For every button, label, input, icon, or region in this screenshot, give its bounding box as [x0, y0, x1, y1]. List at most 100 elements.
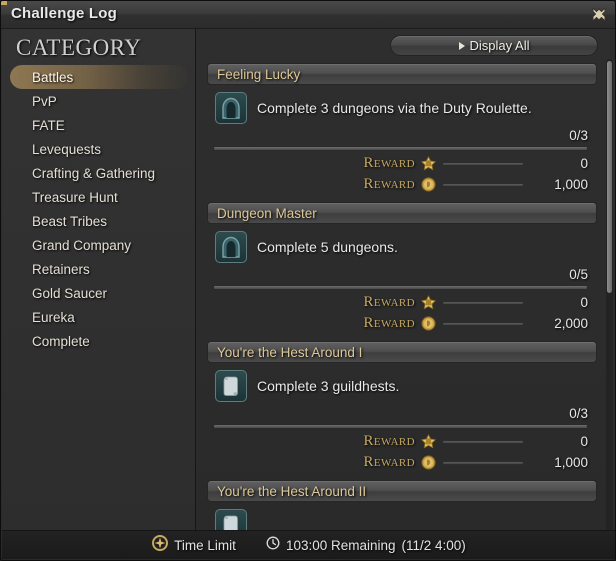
reward-value: 0 — [580, 295, 588, 310]
challenge-description-row: Complete 5 dungeons. — [197, 231, 602, 263]
time-limit-label: Time Limit — [174, 537, 236, 553]
challenge-entry-title: You're the Hest Around II — [217, 483, 367, 499]
progress-bar — [213, 424, 588, 429]
sidebar-item-label: Crafting & Gathering — [32, 165, 156, 181]
challenge-entries: Feeling Lucky Complete 3 dungeons via the… — [197, 63, 602, 532]
challenge-log-window: Challenge Log CATEGORY Battles PvP FATE Lev… — [0, 0, 616, 561]
sidebar-item-pvp[interactable]: PvP — [10, 89, 188, 113]
sidebar-item-beast-tribes[interactable]: Beast Tribes — [10, 209, 188, 233]
sidebar-item-label: Beast Tribes — [32, 213, 108, 229]
challenge-entry: You're the Hest Around I Complete 3 guild… — [197, 341, 602, 475]
challenge-entry: Feeling Lucky Complete 3 dungeons via the… — [197, 63, 602, 197]
challenge-description-row: Complete 3 dungeons via the Duty Roulett… — [197, 92, 602, 124]
scrollbar[interactable] — [606, 59, 613, 531]
time-reset-date: (11/2 4:00) — [401, 537, 466, 553]
reward-label: Reward — [363, 454, 415, 470]
reward-value: 1,000 — [554, 455, 588, 470]
dungeon-entrance-icon — [215, 231, 247, 263]
time-limit-emblem-icon — [152, 534, 169, 556]
sidebar-item-treasure-hunt[interactable]: Treasure Hunt — [10, 185, 188, 209]
reward-row: Reward 0 — [197, 294, 602, 311]
challenge-description: Complete 3 guildhests. — [257, 378, 400, 394]
exp-crown-icon — [421, 156, 436, 171]
challenge-entry-title: Feeling Lucky — [217, 66, 301, 82]
challenge-entry-title: You're the Hest Around I — [217, 344, 363, 360]
progress-count: 0/5 — [569, 267, 588, 282]
sidebar-item-label: Treasure Hunt — [32, 189, 118, 205]
sidebar-item-fate[interactable]: FATE — [10, 113, 188, 137]
triangle-right-icon — [458, 41, 465, 50]
sidebar-item-label: Eureka — [32, 309, 75, 325]
exp-crown-icon — [421, 434, 436, 449]
exp-crown-icon — [421, 295, 436, 310]
titlebar-accent — [1, 1, 7, 5]
sidebar-item-label: PvP — [32, 93, 57, 109]
gil-coin-icon — [421, 316, 436, 331]
progress-count: 0/3 — [569, 128, 588, 143]
sidebar-item-retainers[interactable]: Retainers — [10, 257, 188, 281]
challenge-entry-body: Complete 3 dungeons via the Duty Roulett… — [197, 85, 602, 197]
close-icon[interactable] — [587, 4, 611, 26]
sidebar-item-grand-company[interactable]: Grand Company — [10, 233, 188, 257]
sidebar-item-levequests[interactable]: Levequests — [10, 137, 188, 161]
gil-coin-icon — [421, 177, 436, 192]
guildhest-scroll-icon — [215, 370, 247, 402]
time-remaining-group: 103:00 Remaining (11/2 4:00) — [266, 536, 466, 555]
reward-row: Reward 2,000 — [197, 315, 602, 332]
reward-value: 1,000 — [554, 177, 588, 192]
challenge-entry-body: Complete 3 guildhests. 0/3 Reward 0 Reward 1,… — [197, 363, 602, 475]
reward-label: Reward — [363, 294, 415, 310]
challenge-entry-header[interactable]: You're the Hest Around I — [207, 341, 597, 363]
display-all-button[interactable]: Display All — [390, 35, 598, 56]
reward-row: Reward 0 — [197, 433, 602, 450]
sidebar-item-crafting-gathering[interactable]: Crafting & Gathering — [10, 161, 188, 185]
sidebar-item-battles[interactable]: Battles — [10, 65, 188, 89]
challenge-entry: You're the Hest Around II — [197, 480, 602, 532]
challenge-description: Complete 3 dungeons via the Duty Roulett… — [257, 100, 532, 116]
category-list: Battles PvP FATE Levequests Crafting & Gathe… — [2, 65, 196, 353]
reward-label: Reward — [363, 315, 415, 331]
reward-row: Reward 1,000 — [197, 454, 602, 471]
window-titlebar: Challenge Log — [1, 1, 615, 29]
sidebar-item-gold-saucer[interactable]: Gold Saucer — [10, 281, 188, 305]
challenge-entry-header[interactable]: Feeling Lucky — [207, 63, 597, 85]
guildhest-scroll-icon — [215, 509, 247, 532]
progress-bar — [213, 146, 588, 151]
reward-bar — [442, 161, 524, 166]
sidebar-item-label: Grand Company — [32, 237, 132, 253]
gil-coin-icon — [421, 455, 436, 470]
sidebar-item-label: Levequests — [32, 141, 102, 157]
time-limit-group: Time Limit — [152, 534, 236, 556]
window-title: Challenge Log — [11, 5, 117, 22]
reward-bar — [442, 460, 524, 465]
clock-icon — [266, 536, 280, 555]
challenge-entry: Dungeon Master Complete 5 dungeons. 0/5 Rew… — [197, 202, 602, 336]
sidebar-item-label: Battles — [32, 69, 74, 85]
challenge-description-row: Complete 3 guildhests. — [197, 370, 602, 402]
category-header: CATEGORY — [16, 35, 142, 60]
reward-bar — [442, 321, 524, 326]
reward-value: 0 — [580, 434, 588, 449]
progress-bar — [213, 285, 588, 290]
dungeon-entrance-icon — [215, 92, 247, 124]
challenge-list-panel: Display All Feeling Lucky Complete 3 dung… — [197, 29, 615, 532]
challenge-entry-body: Complete 5 dungeons. 0/5 Reward 0 Reward 2,00… — [197, 224, 602, 336]
footer-status-bar: Time Limit 103:00 Remaining (11/2 4:00) — [2, 530, 615, 559]
reward-value: 0 — [580, 156, 588, 171]
reward-row: Reward 0 — [197, 155, 602, 172]
display-all-label: Display All — [469, 38, 530, 53]
reward-label: Reward — [363, 155, 415, 171]
challenge-entry-header[interactable]: Dungeon Master — [207, 202, 597, 224]
scrollbar-thumb[interactable] — [607, 61, 612, 293]
progress-count: 0/3 — [569, 406, 588, 421]
reward-value: 2,000 — [554, 316, 588, 331]
challenge-entry-header[interactable]: You're the Hest Around II — [207, 480, 597, 502]
time-remaining: 103:00 Remaining — [285, 537, 396, 553]
reward-label: Reward — [363, 433, 415, 449]
sidebar-item-complete[interactable]: Complete — [10, 329, 188, 353]
sidebar-item-label: FATE — [32, 117, 65, 133]
sidebar-item-label: Complete — [32, 333, 90, 349]
sidebar-item-eureka[interactable]: Eureka — [10, 305, 188, 329]
sidebar-item-label: Gold Saucer — [32, 285, 108, 301]
reward-bar — [442, 182, 524, 187]
